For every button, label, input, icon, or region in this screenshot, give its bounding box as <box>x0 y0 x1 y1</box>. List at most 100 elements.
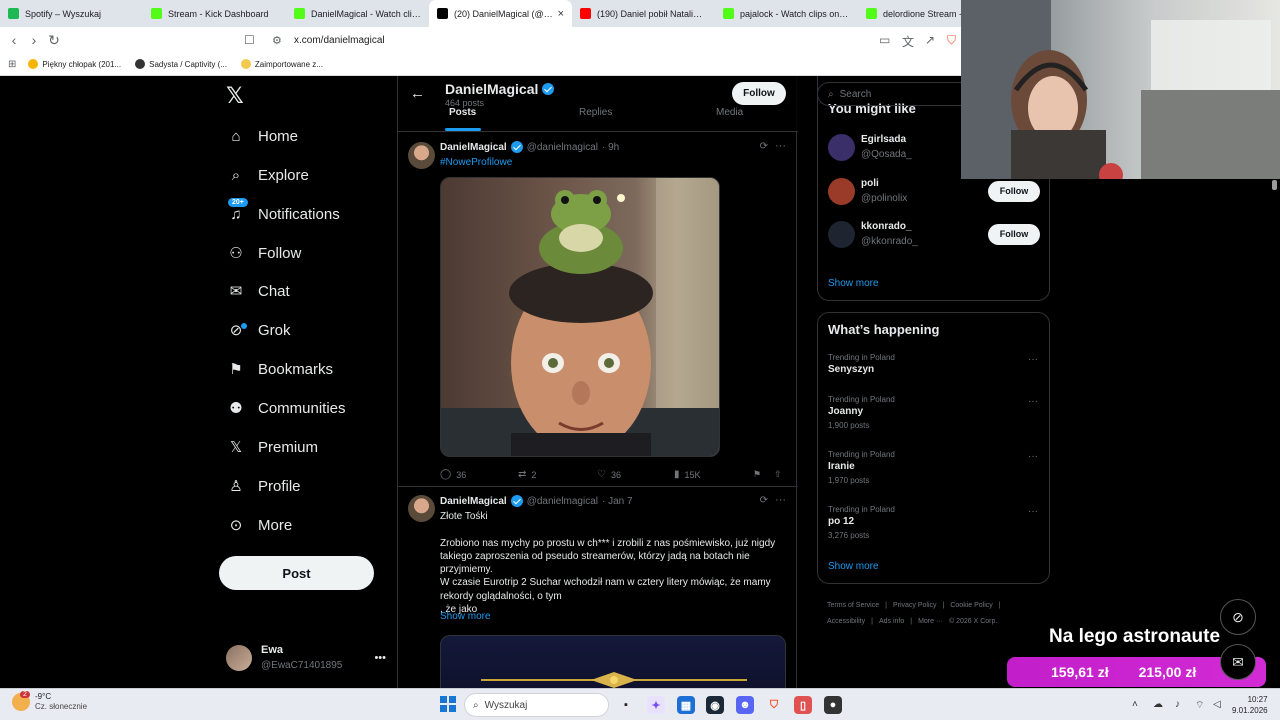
microphone-icon[interactable]: ♪ <box>1175 699 1180 710</box>
messages-icon[interactable]: ✉ <box>1220 644 1256 680</box>
site-info-icon[interactable]: ⚙ <box>272 34 290 47</box>
browser-tab[interactable]: DanielMagical - Watch clips on <box>286 0 429 27</box>
more-dots-icon[interactable]: ··· <box>1028 451 1038 462</box>
tab-replies[interactable]: Replies <box>579 107 612 118</box>
brave-icon[interactable]: ⛉ <box>765 696 783 714</box>
nav-item-notifications[interactable]: ♫ 20+ Notifications <box>226 198 340 229</box>
taskbar-search-input[interactable]: ⌕ Wyszukaj <box>464 693 609 717</box>
show-more-link[interactable]: Show more <box>828 278 879 289</box>
post-time[interactable]: · Jan 7 <box>602 496 633 507</box>
post-text[interactable]: Złote Tośki Zrobiono nas mychy po prostu … <box>440 510 790 616</box>
network-icon[interactable]: ☁ <box>1153 699 1163 710</box>
footer-link[interactable]: © 2026 X Corp. <box>949 618 997 625</box>
trend-item[interactable]: Trending in Poland Joanny 1,900 posts ··· <box>828 394 1040 432</box>
footer-link[interactable]: Accessibility <box>827 618 865 625</box>
obs-icon[interactable]: ● <box>824 696 842 714</box>
trend-item[interactable]: Trending in Poland Senyszyn ··· <box>828 352 1040 377</box>
discord-icon[interactable]: ☻ <box>736 696 754 714</box>
grok-icon[interactable]: ⟳ <box>760 495 768 506</box>
weather-widget[interactable]: 2 -9°C Cz. słonecznie <box>12 691 87 712</box>
post-handle[interactable]: @danielmagical <box>527 142 598 153</box>
author-avatar[interactable] <box>408 495 435 522</box>
footer-link[interactable]: Cookie Policy <box>950 602 992 609</box>
trend-item[interactable]: Trending in Poland Iranie 1,970 posts ··· <box>828 449 1040 487</box>
nav-item-explore[interactable]: ⌕ Explore <box>226 160 309 190</box>
share-icon[interactable]: ⇧ <box>774 469 782 480</box>
follow-button[interactable]: Follow <box>988 180 1040 202</box>
like-button[interactable]: ♡ 36 <box>597 469 621 480</box>
brave-shield-icon[interactable]: ⛉ <box>947 33 956 48</box>
back-arrow-icon[interactable]: ← <box>410 85 425 102</box>
wifi-icon[interactable]: ⌔ <box>1195 699 1204 712</box>
apps-grid-icon[interactable]: ⊞ <box>8 59 16 70</box>
nav-item-profile[interactable]: ♙ Profile <box>226 471 300 501</box>
suggested-account[interactable]: kkonrado_ @kkonrado_ Follow <box>828 218 1040 250</box>
more-dots-icon[interactable]: ··· <box>1028 354 1038 365</box>
tab-media[interactable]: Media <box>716 107 743 118</box>
suggested-account[interactable]: poli @polinolix Follow <box>828 175 1040 207</box>
nav-item-home[interactable]: ⌂ Home <box>226 121 298 151</box>
browser-tab[interactable]: Spotify – Wyszukaj <box>0 0 143 27</box>
nav-item-chat[interactable]: ✉ Chat <box>226 276 290 306</box>
post-time[interactable]: · 9h <box>602 142 619 153</box>
back-arrow-icon[interactable]: ‹ <box>4 32 24 48</box>
bookmark-icon[interactable]: ⚑ <box>753 469 761 480</box>
windows-start-icon[interactable] <box>440 696 456 712</box>
nav-item-communities[interactable]: ⚉ Communities <box>226 393 345 423</box>
follow-button[interactable]: Follow <box>988 223 1040 245</box>
post-image[interactable] <box>440 177 720 457</box>
tab-posts[interactable]: Posts <box>449 107 476 118</box>
post-author[interactable]: DanielMagical <box>440 142 507 153</box>
task-view-icon[interactable]: ▪ <box>617 696 635 714</box>
clock[interactable]: 10:27 9.01.2026 <box>1232 694 1268 716</box>
more-dots-icon[interactable]: ••• <box>374 652 386 664</box>
nav-item-follow[interactable]: ⚇ Follow <box>226 238 301 268</box>
post-item[interactable]: DanielMagical @danielmagical · Jan 7 ⟳ ·… <box>398 487 798 688</box>
x-logo-icon[interactable]: 𝕏 <box>226 84 244 109</box>
show-more-link[interactable]: Show more <box>440 611 491 622</box>
views-button[interactable]: ▮ 15K <box>674 469 701 480</box>
browser-tab[interactable]: Stream - Kick Dashboard <box>143 0 286 27</box>
repost-button[interactable]: ⇄ 2 <box>518 469 536 480</box>
browser-tab[interactable]: (20) DanielMagical (@dan × <box>429 0 572 27</box>
show-more-link[interactable]: Show more <box>828 561 879 572</box>
post-item[interactable]: DanielMagical @danielmagical · 9h ⟳ ··· … <box>398 132 798 487</box>
address-bar[interactable]: ☐ ⚙ x.com/danielmagical <box>244 29 964 51</box>
more-dots-icon[interactable]: ··· <box>775 140 786 152</box>
translate-icon[interactable]: 文 <box>902 33 914 50</box>
copilot-icon[interactable]: ✦ <box>647 696 665 714</box>
post-button[interactable]: Post <box>219 556 374 590</box>
browser-tab[interactable]: (190) Daniel pobił Natalie , ca <box>572 0 715 27</box>
nav-item-grok[interactable]: ⊘ Grok <box>226 315 291 345</box>
grok-icon[interactable]: ⟳ <box>760 141 768 152</box>
post-author[interactable]: DanielMagical <box>440 496 507 507</box>
nav-item-bookmarks[interactable]: ⚑ Bookmarks <box>226 354 333 384</box>
share-icon[interactable]: ↗ <box>925 33 935 47</box>
steam-icon[interactable]: ◉ <box>706 696 724 714</box>
volume-icon[interactable]: ◁ <box>1213 699 1221 710</box>
author-avatar[interactable] <box>408 142 435 169</box>
more-dots-icon[interactable]: ··· <box>775 494 786 506</box>
footer-link[interactable]: Terms of Service <box>827 602 879 609</box>
grok-icon[interactable]: ⊘ <box>1220 599 1256 635</box>
post-image[interactable] <box>440 635 786 688</box>
bookmark-page-icon[interactable]: ☐ <box>244 33 262 47</box>
more-dots-icon[interactable]: ··· <box>1028 506 1038 517</box>
trend-item[interactable]: Trending in Poland po 12 3,276 posts ··· <box>828 504 1040 542</box>
scrollbar[interactable] <box>1272 180 1277 190</box>
close-icon[interactable]: × <box>558 8 564 20</box>
browser-tab[interactable]: pajalock - Watch clips on Kick <box>715 0 858 27</box>
cast-icon[interactable]: ▭ <box>879 33 890 47</box>
nav-item-premium[interactable]: 𝕏 Premium <box>226 432 318 462</box>
bookmark-item[interactable]: Zaimportowane z... <box>240 59 323 69</box>
forward-arrow-icon[interactable]: › <box>24 32 44 48</box>
store-icon[interactable]: ▦ <box>677 696 695 714</box>
bookmark-item[interactable]: Sadysta / Captivity (... <box>135 59 227 69</box>
chevron-up-icon[interactable]: ˄ <box>1132 699 1138 710</box>
follow-button[interactable]: Follow <box>732 82 786 105</box>
nav-item-more[interactable]: ⊙ More <box>226 510 292 540</box>
reply-button[interactable]: ◯ 36 <box>440 469 466 480</box>
account-switcher[interactable]: Ewa @EwaC71401895 ••• <box>226 642 386 674</box>
footer-link[interactable]: Privacy Policy <box>893 602 937 609</box>
post-text[interactable]: #NoweProfilowe <box>440 156 790 169</box>
